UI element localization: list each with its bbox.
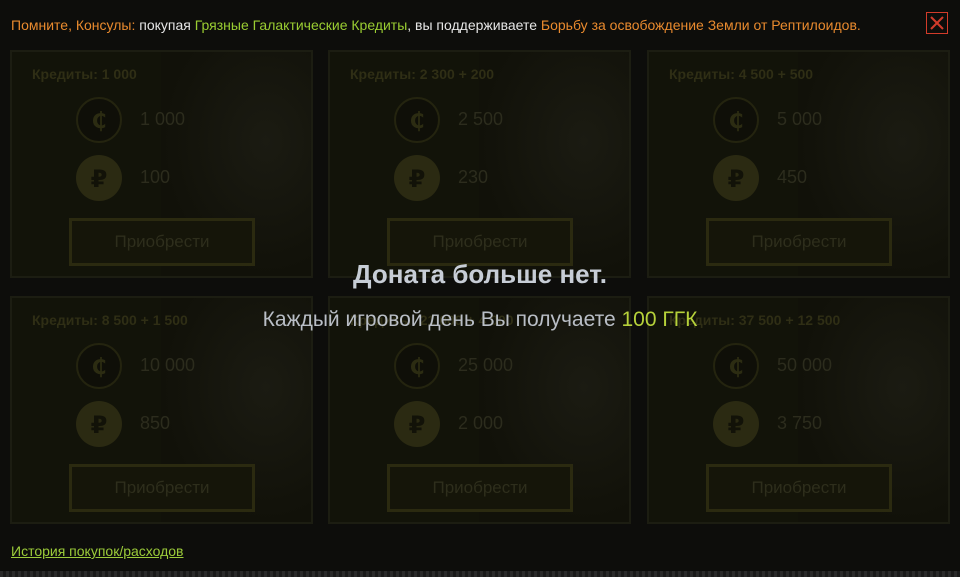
credit-coin-icon: ₵ xyxy=(394,343,440,389)
notice-part-3: Грязные Галактические Кредиты xyxy=(194,17,408,33)
credit-coin-icon: ₵ xyxy=(394,97,440,143)
buy-button[interactable]: Приобрести xyxy=(69,464,255,512)
buy-button[interactable]: Приобрести xyxy=(387,464,573,512)
credit-coin-icon: ₵ xyxy=(76,97,122,143)
svg-text:₵: ₵ xyxy=(91,355,106,380)
credit-coin-icon: ₵ xyxy=(713,343,759,389)
daily-reward-text: Каждый игровой день Вы получаете 100 ГГК xyxy=(0,308,960,332)
credit-coin-icon: ₵ xyxy=(76,343,122,389)
ruble-price: 3 750 xyxy=(777,413,823,433)
svg-text:₵: ₵ xyxy=(728,109,743,134)
credit-amount: 10 000 xyxy=(140,355,196,375)
package-card: Кредиты: 2 300 + 200 ₵ 2 500 ₽ 230 Приоб… xyxy=(328,50,631,278)
ruble-price: 450 xyxy=(777,167,808,187)
buy-button[interactable]: Приобрести xyxy=(706,464,892,512)
credit-amount: 5 000 xyxy=(777,109,823,129)
svg-text:₽: ₽ xyxy=(409,411,426,439)
svg-text:₽: ₽ xyxy=(91,165,108,193)
svg-text:₵: ₵ xyxy=(728,355,743,380)
ruble-coin-icon: ₽ xyxy=(76,401,122,447)
svg-text:₽: ₽ xyxy=(728,165,745,193)
daily-reward-label: Каждый игровой день Вы получаете xyxy=(262,308,622,331)
notice-part-2: покупая xyxy=(135,17,195,33)
no-donate-title: Доната больше нет. xyxy=(353,259,607,289)
notice-part-4: , вы поддерживаете xyxy=(407,17,541,33)
ruble-coin-icon: ₽ xyxy=(394,401,440,447)
package-card: Кредиты: 1 000 ₵ 1 000 ₽ 100 Приобрести xyxy=(10,50,313,278)
ruble-price: 230 xyxy=(458,167,489,187)
bottom-divider xyxy=(0,571,960,577)
ruble-price: 850 xyxy=(140,413,171,433)
ruble-coin-icon: ₽ xyxy=(76,155,122,201)
close-button[interactable] xyxy=(926,12,948,34)
top-bar: Помните, Консулы: покупая Грязные Галакт… xyxy=(0,0,960,48)
svg-text:₽: ₽ xyxy=(409,165,426,193)
svg-text:₵: ₵ xyxy=(409,355,424,380)
ruble-coin-icon: ₽ xyxy=(713,401,759,447)
package-card: Кредиты: 4 500 + 500 ₵ 5 000 ₽ 450 Приоб… xyxy=(647,50,950,278)
ruble-coin-icon: ₽ xyxy=(394,155,440,201)
notice-part-1: Помните, Консулы: xyxy=(11,17,136,33)
svg-text:₽: ₽ xyxy=(91,411,108,439)
credit-amount: 2 500 xyxy=(458,109,504,129)
svg-text:₵: ₵ xyxy=(91,109,106,134)
svg-text:₽: ₽ xyxy=(728,411,745,439)
donate-window: Помните, Консулы: покупая Грязные Галакт… xyxy=(0,0,960,577)
notice-text: Помните, Консулы: покупая Грязные Галакт… xyxy=(11,17,861,33)
notice-part-5: Борьбу за освобождение Земли от Рептилои… xyxy=(540,17,861,33)
credit-amount: 50 000 xyxy=(777,355,833,375)
svg-text:₵: ₵ xyxy=(409,109,424,134)
close-icon xyxy=(930,16,944,30)
credit-amount: 25 000 xyxy=(458,355,514,375)
daily-reward-amount: 100 ГГК xyxy=(621,308,698,331)
ruble-price: 2 000 xyxy=(458,413,504,433)
purchase-history-link[interactable]: История покупок/расходов xyxy=(11,543,184,559)
ruble-price: 100 xyxy=(140,167,171,187)
credit-amount: 1 000 xyxy=(140,109,186,129)
credit-coin-icon: ₵ xyxy=(713,97,759,143)
package-title: Кредиты: 4 500 + 500 xyxy=(669,66,814,82)
package-title: Кредиты: 2 300 + 200 xyxy=(350,66,495,82)
ruble-coin-icon: ₽ xyxy=(713,155,759,201)
package-title: Кредиты: 1 000 xyxy=(32,66,137,82)
